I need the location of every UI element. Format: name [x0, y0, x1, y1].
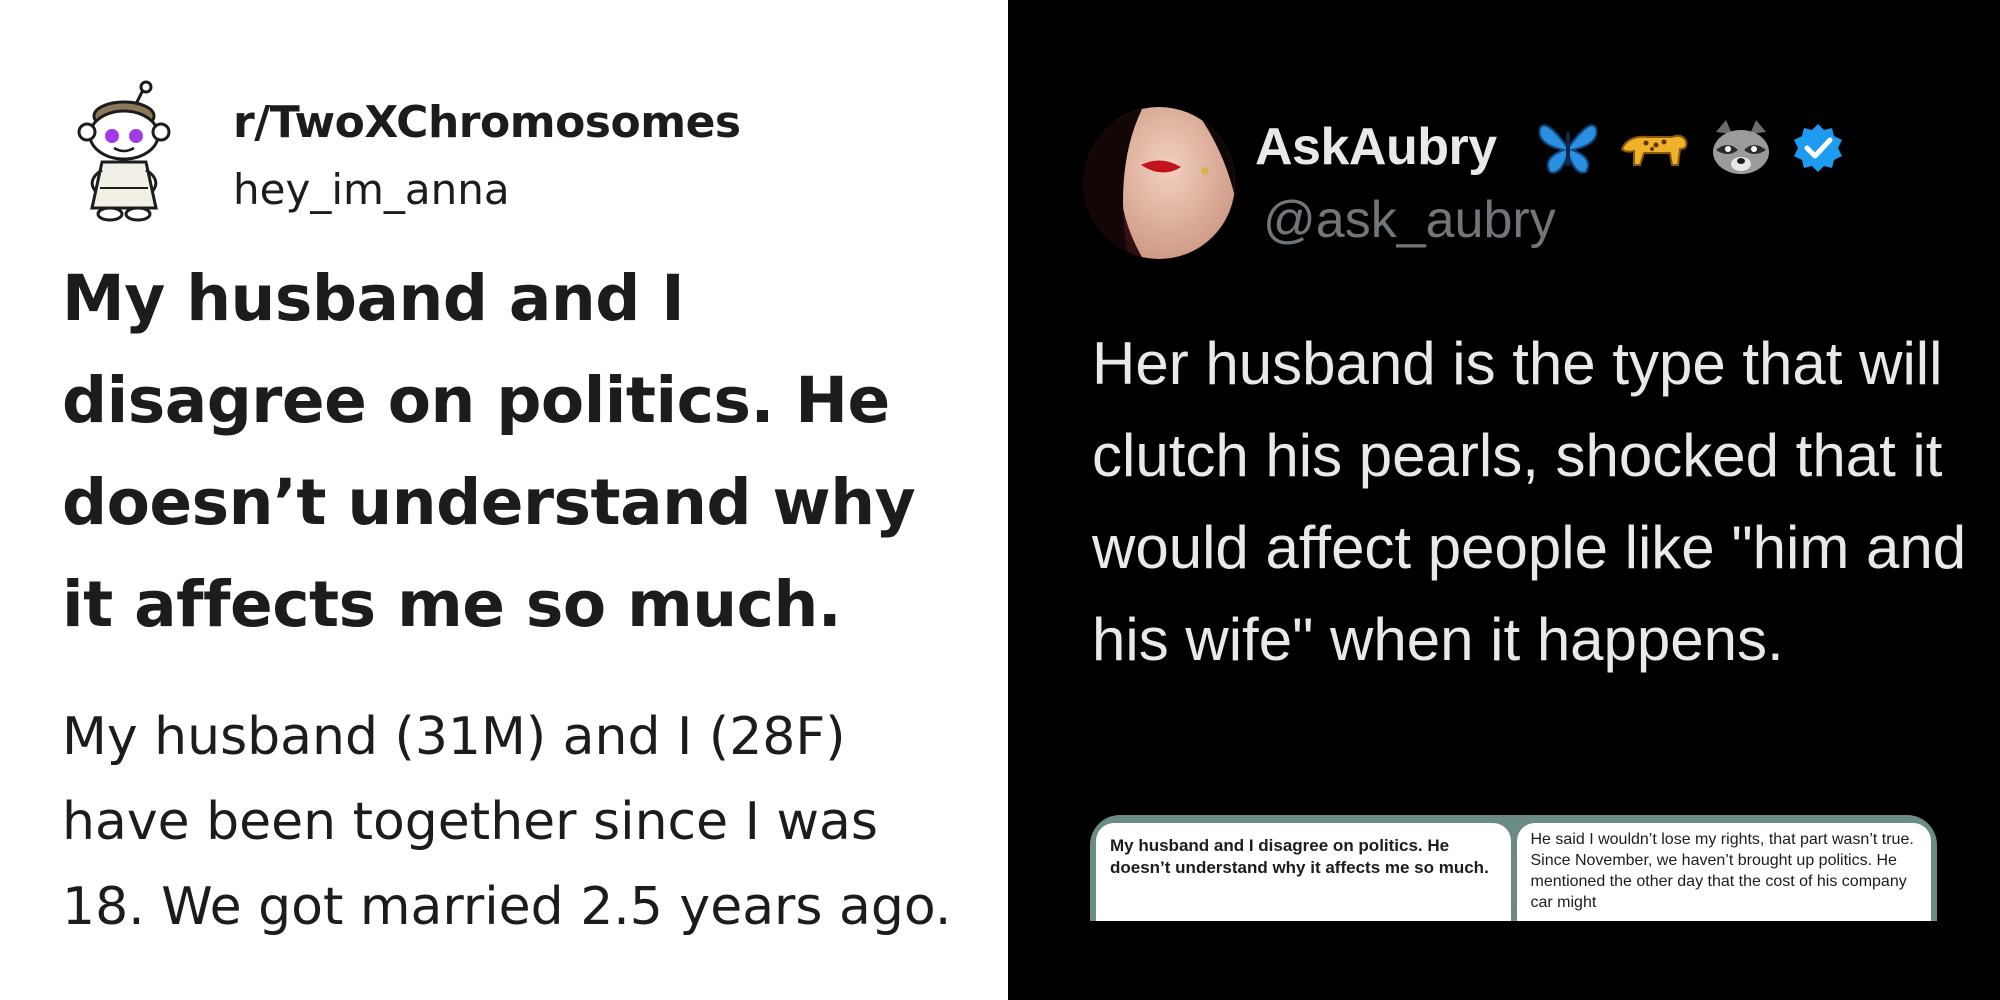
- verified-badge-icon: [1794, 124, 1842, 172]
- tweet-handle[interactable]: @ask_aubry: [1263, 190, 1556, 250]
- profile-photo-icon: [1083, 107, 1235, 259]
- butterfly-icon: [1538, 124, 1598, 174]
- reddit-post-panel: r/TwoXChromosomes hey_im_anna My husband…: [0, 0, 1008, 1000]
- tweet-media-embed[interactable]: My husband and I disagree on politics. H…: [1090, 815, 1937, 921]
- tweet-text: Her husband is the type that will clutch…: [1092, 330, 1967, 673]
- post-author[interactable]: hey_im_anna: [233, 165, 510, 214]
- tweet-panel: AskAubry @ask_aubry Her husband is the t…: [1008, 0, 2000, 1000]
- profile-avatar[interactable]: [1083, 107, 1235, 259]
- subreddit-name[interactable]: r/TwoXChromosomes: [233, 97, 741, 148]
- leopard-icon: [1620, 134, 1688, 166]
- raccoon-icon: [1713, 120, 1769, 174]
- embed-screenshot-right: He said I wouldn’t lose my rights, that …: [1516, 823, 1931, 921]
- embed-right-text: He said I wouldn’t lose my rights, that …: [1530, 831, 1914, 911]
- badge-row: [1536, 114, 1844, 182]
- embed-screenshot-left: My husband and I disagree on politics. H…: [1096, 823, 1511, 921]
- snoo-avatar-icon[interactable]: [72, 80, 192, 225]
- post-body: My husband (31M) and I (28F) have been t…: [62, 707, 952, 937]
- tweet-display-name[interactable]: AskAubry: [1255, 117, 1497, 177]
- embed-left-text: My husband and I disagree on politics. H…: [1110, 836, 1489, 877]
- post-title[interactable]: My husband and I disagree on politics. H…: [62, 248, 962, 656]
